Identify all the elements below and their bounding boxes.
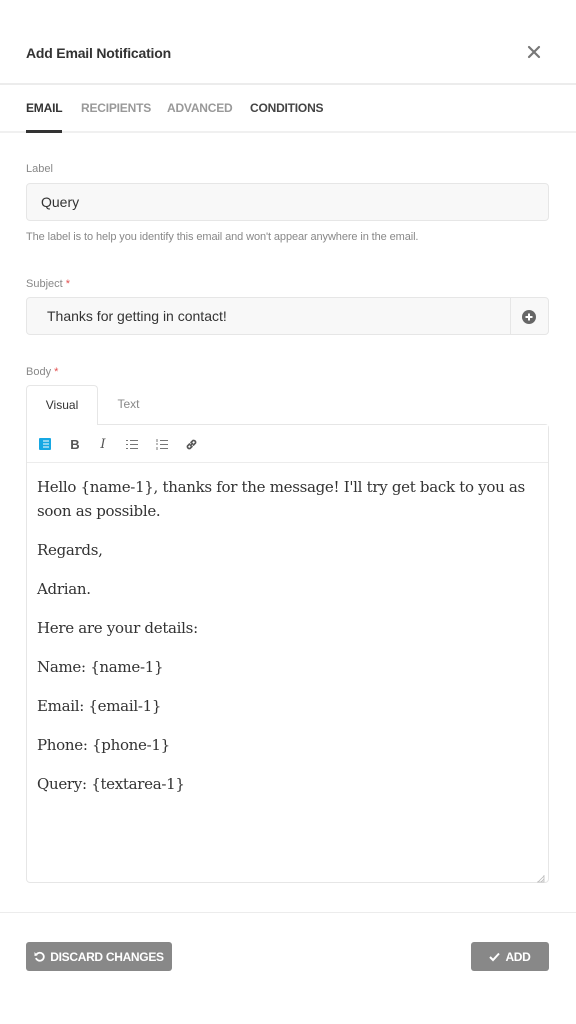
- bold-icon: B: [70, 436, 80, 452]
- subject-field-label: Subject *: [26, 278, 70, 290]
- footer-divider: [0, 912, 576, 913]
- resize-grip-icon: [537, 875, 545, 883]
- bullet-list-icon: [126, 439, 138, 449]
- label-input[interactable]: Query: [26, 183, 549, 221]
- close-icon: [527, 45, 541, 59]
- tab-visual[interactable]: Visual: [26, 385, 98, 425]
- numbered-list-icon: [156, 438, 168, 450]
- body-label-text: Body: [26, 366, 52, 378]
- resize-handle[interactable]: [536, 870, 545, 883]
- body-paragraph: Query: {textarea-1}: [37, 775, 185, 793]
- editor-content[interactable]: Hello {name-1}, thanks for the message! …: [37, 475, 542, 811]
- undo-icon: [34, 951, 45, 962]
- body-paragraph: Adrian.: [37, 580, 91, 598]
- discard-changes-button[interactable]: DISCARD CHANGES: [26, 942, 172, 971]
- add-button[interactable]: ADD: [471, 942, 549, 971]
- form-fields-button[interactable]: [37, 436, 53, 452]
- body-editor[interactable]: B I Hello {name-1}, thanks for the messa…: [26, 424, 549, 883]
- body-paragraph: Hello {name-1}, thanks for the message! …: [37, 478, 525, 520]
- tab-bar: EMAIL RECIPIENTS ADVANCED CONDITIONS: [0, 85, 576, 133]
- body-paragraph: Phone: {phone-1}: [37, 736, 170, 754]
- tab-recipients[interactable]: RECIPIENTS: [81, 101, 151, 115]
- editor-toolbar: B I: [27, 425, 548, 463]
- link-button[interactable]: [183, 436, 199, 452]
- subject-input[interactable]: Thanks for getting in contact!: [26, 297, 549, 335]
- body-paragraph: Here are your details:: [37, 619, 198, 637]
- add-label: ADD: [505, 949, 531, 964]
- body-paragraph: Name: {name-1}: [37, 658, 164, 676]
- tab-text[interactable]: Text: [106, 385, 151, 425]
- italic-button[interactable]: I: [95, 436, 111, 452]
- insert-field-button[interactable]: [510, 298, 548, 334]
- body-paragraph: Regards,: [37, 541, 103, 559]
- tab-conditions[interactable]: CONDITIONS: [250, 101, 324, 115]
- modal-title: Add Email Notification: [26, 45, 171, 61]
- check-icon: [489, 952, 501, 961]
- italic-icon: I: [100, 436, 106, 452]
- tab-advanced[interactable]: ADVANCED: [167, 101, 233, 115]
- subject-value: Thanks for getting in contact!: [47, 308, 227, 324]
- numbered-list-button[interactable]: [154, 436, 170, 452]
- bold-button[interactable]: B: [67, 436, 83, 452]
- required-mark: *: [54, 366, 59, 378]
- subject-label-text: Subject: [26, 278, 63, 290]
- label-field-label: Label: [26, 163, 53, 175]
- discard-label: DISCARD CHANGES: [50, 949, 164, 964]
- body-paragraph: Email: {email-1}: [37, 697, 162, 715]
- link-icon: [186, 439, 196, 449]
- bullet-list-button[interactable]: [124, 436, 140, 452]
- modal-header: Add Email Notification: [0, 0, 576, 85]
- plus-circle-icon: [522, 310, 536, 324]
- label-helper-text: The label is to help you identify this e…: [26, 231, 419, 243]
- tab-email[interactable]: EMAIL: [26, 101, 63, 115]
- form-fields-icon: [39, 438, 51, 450]
- active-tab-indicator: [26, 130, 62, 133]
- body-field-label: Body *: [26, 366, 58, 378]
- required-mark: *: [65, 278, 71, 290]
- close-button[interactable]: [526, 44, 542, 60]
